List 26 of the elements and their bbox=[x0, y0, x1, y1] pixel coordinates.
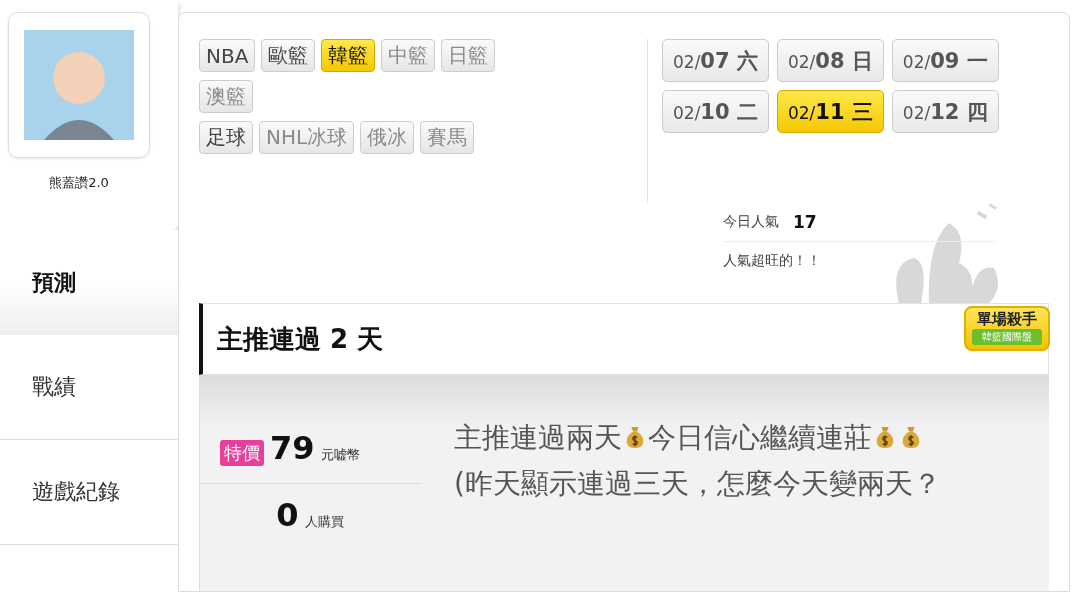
sport-filter[interactable]: 歐籃 bbox=[261, 39, 316, 72]
buyer-count: 0 bbox=[276, 496, 299, 534]
buyer-unit: 人購買 bbox=[304, 513, 344, 531]
sport-filter[interactable]: NBA bbox=[199, 39, 256, 72]
money-bag-icon bbox=[900, 424, 922, 450]
sale-tag: 特價 bbox=[220, 440, 264, 466]
popularity-comment: 人氣超旺的！！ bbox=[723, 252, 821, 270]
price-unit: 元嘘幣 bbox=[320, 446, 360, 464]
date-tab[interactable]: 02/11 三 bbox=[776, 90, 884, 133]
achievement-badge: 單場殺手 韓籃國際盤 bbox=[964, 306, 1050, 351]
prediction-message: 主推連過兩天 今日信心繼續連莊 (昨天顯示連過三天，怎麼今天變兩天？ bbox=[454, 420, 942, 502]
date-tab[interactable]: 02/10 二 bbox=[662, 90, 769, 133]
avatar-card[interactable] bbox=[8, 12, 150, 158]
sport-filter[interactable]: 足球 bbox=[199, 121, 253, 154]
price-amount: 79 bbox=[270, 429, 315, 467]
date-tab[interactable]: 02/08 日 bbox=[776, 39, 884, 82]
date-tab[interactable]: 02/07 六 bbox=[662, 39, 769, 82]
money-bag-icon bbox=[874, 424, 896, 450]
prediction-title: 主推連過 2 天 bbox=[217, 322, 384, 356]
username: 熊蓋讚2.0 bbox=[49, 174, 109, 192]
sport-filter[interactable]: 韓籃 bbox=[321, 39, 376, 72]
money-bag-icon bbox=[624, 424, 646, 450]
date-tab[interactable]: 02/12 四 bbox=[891, 90, 999, 133]
date-tab[interactable]: 02/09 一 bbox=[891, 39, 999, 82]
popularity-count: 17 bbox=[793, 212, 817, 232]
popularity-label: 今日人氣 bbox=[723, 213, 779, 231]
